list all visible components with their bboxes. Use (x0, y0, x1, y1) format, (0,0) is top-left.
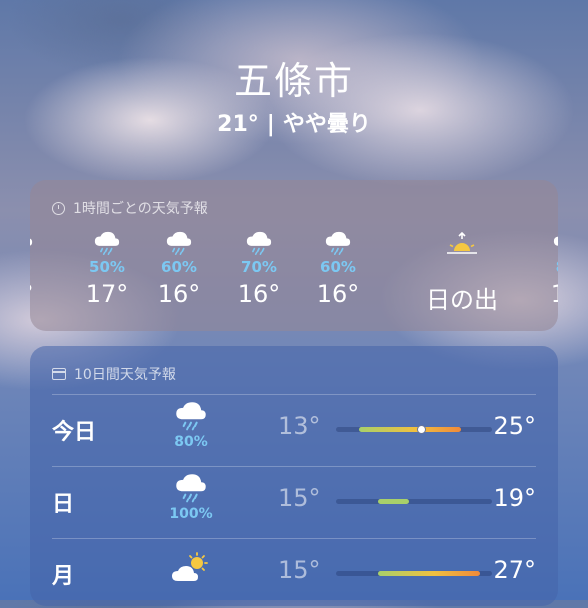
hourly-item: 60% 16° (298, 230, 378, 308)
precipitation-chance: 80% (174, 434, 208, 450)
hourly-forecast-card[interactable]: 1時間ごとの天気予報 %7°50%17°60%16°70%16°60%16°日の… (30, 180, 558, 331)
precipitation-chance: 50% (89, 258, 125, 276)
precipitation-chance: 100% (169, 506, 213, 522)
condition-separator: | (266, 112, 275, 137)
high-temperature: 27° (493, 556, 536, 584)
daily-row[interactable]: 日 100% 15° 19° (52, 466, 536, 536)
hourly-temperature: 16° (316, 280, 360, 308)
ten-day-title-label: 10日間天気予報 (74, 367, 176, 383)
precipitation-chance (412, 258, 512, 278)
current-conditions: 21° | やや曇り (0, 106, 588, 138)
hourly-item: 日の出 (412, 230, 512, 315)
day-label: 月 (52, 564, 75, 589)
hourly-temperature: 7° (30, 280, 60, 308)
precipitation-chance: 80 (526, 258, 558, 278)
city-name: 五條市 (233, 59, 354, 103)
hourly-item: 70% 16° (219, 230, 299, 308)
hourly-temperature: 17° (85, 280, 129, 308)
daily-row[interactable]: 月 15° 27° (52, 538, 536, 608)
hourly-temperature: 16° (157, 280, 201, 308)
rain-cloud-icon (170, 472, 212, 506)
precipitation-chance: 60% (161, 258, 197, 276)
rain-cloud-icon (139, 230, 219, 256)
precipitation-chance: % (30, 258, 60, 278)
temperature-range-fill (359, 427, 461, 432)
rain-cloud-icon (526, 230, 558, 256)
high-temperature: 19° (493, 484, 536, 512)
hourly-temperature: 16° (237, 280, 281, 308)
hourly-item: 50% 17° (67, 230, 147, 308)
rain-cloud-icon (67, 230, 147, 256)
temperature-range-fill (378, 499, 410, 504)
clock-icon (52, 201, 65, 215)
hourly-forecast-title: 1時間ごとの天気予報 (52, 198, 208, 218)
condition-text: やや曇り (282, 112, 371, 137)
location-header: 五條市 21° | やや曇り (0, 58, 588, 138)
rain-cloud-icon (170, 400, 212, 434)
current-temperature: 21° (217, 112, 259, 137)
hourly-temperature: 日の出 (426, 286, 498, 314)
rain-cloud-icon (219, 230, 299, 256)
current-temperature-marker (417, 425, 427, 434)
temperature-range-bar (336, 499, 492, 504)
rain-cloud-icon (298, 230, 378, 256)
precipitation-chance: 70% (241, 258, 277, 276)
low-temperature: 15° (278, 484, 321, 512)
low-temperature: 15° (278, 556, 321, 584)
temperature-range-fill (378, 571, 480, 576)
hourly-item: 8016 (526, 230, 558, 308)
hourly-item: 60% 16° (139, 230, 219, 308)
ten-day-title: 10日間天気予報 (52, 364, 176, 384)
hourly-item: %7° (30, 230, 60, 308)
temperature-range-bar (336, 571, 492, 576)
low-temperature: 13° (278, 412, 321, 440)
calendar-icon (52, 368, 66, 380)
hourly-temperature: 16 (526, 280, 558, 308)
row-divider (52, 538, 536, 539)
precipitation-chance: 60% (320, 258, 356, 276)
row-divider (52, 466, 536, 467)
partly-sunny-icon (170, 552, 212, 586)
ten-day-forecast-card[interactable]: 10日間天気予報 今日 80% 13° 25° 日 100% 15° 19° 月 15° 27° (30, 346, 558, 606)
hourly-title-label: 1時間ごとの天気予報 (73, 201, 208, 217)
rain-cloud-icon (30, 230, 60, 256)
day-label: 今日 (52, 420, 97, 445)
temperature-range-bar (336, 425, 492, 434)
day-label: 日 (52, 492, 75, 517)
daily-row[interactable]: 今日 80% 13° 25° (52, 394, 536, 464)
sunrise-icon (412, 230, 512, 256)
high-temperature: 25° (493, 412, 536, 440)
row-divider (52, 394, 536, 395)
